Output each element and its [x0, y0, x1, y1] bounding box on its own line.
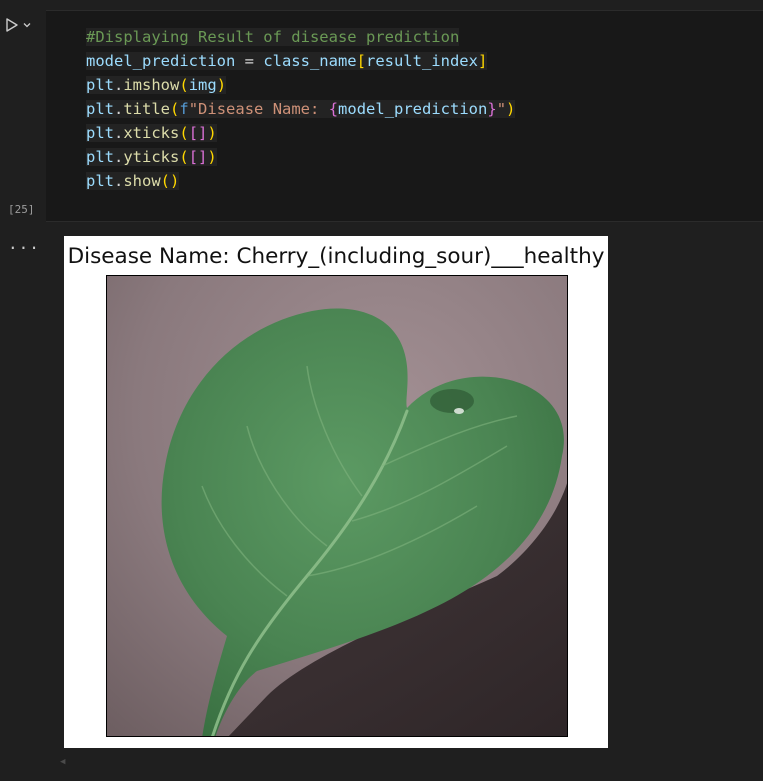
execution-count: [25] — [8, 203, 35, 216]
code-line-5: plt.xticks([]) — [86, 124, 217, 142]
code-line-1: #Displaying Result of disease prediction — [86, 28, 460, 46]
code-line-7: plt.show() — [86, 172, 180, 190]
code-cell[interactable]: #Displaying Result of disease prediction… — [46, 10, 763, 222]
code-line-2: model_prediction = class_name[result_ind… — [86, 52, 488, 70]
code-line-4: plt.title(f"Disease Name: {model_predict… — [86, 100, 516, 118]
output-figure: Disease Name: Cherry_(including_sour)___… — [64, 236, 608, 748]
figure-title: Disease Name: Cherry_(including_sour)___… — [67, 244, 605, 269]
code-editor[interactable]: #Displaying Result of disease prediction… — [86, 25, 516, 193]
output-options-button[interactable]: ... — [8, 234, 40, 253]
play-icon — [6, 18, 18, 32]
code-line-3: plt.imshow(img) — [86, 76, 227, 94]
leaf-image — [106, 275, 568, 737]
run-cell-button[interactable] — [4, 14, 44, 36]
code-line-6: plt.yticks([]) — [86, 148, 217, 166]
cherry-leaf-photo — [107, 276, 567, 736]
scroll-left-arrow-icon[interactable]: ◀ — [60, 757, 65, 767]
chevron-down-icon[interactable] — [22, 20, 32, 30]
